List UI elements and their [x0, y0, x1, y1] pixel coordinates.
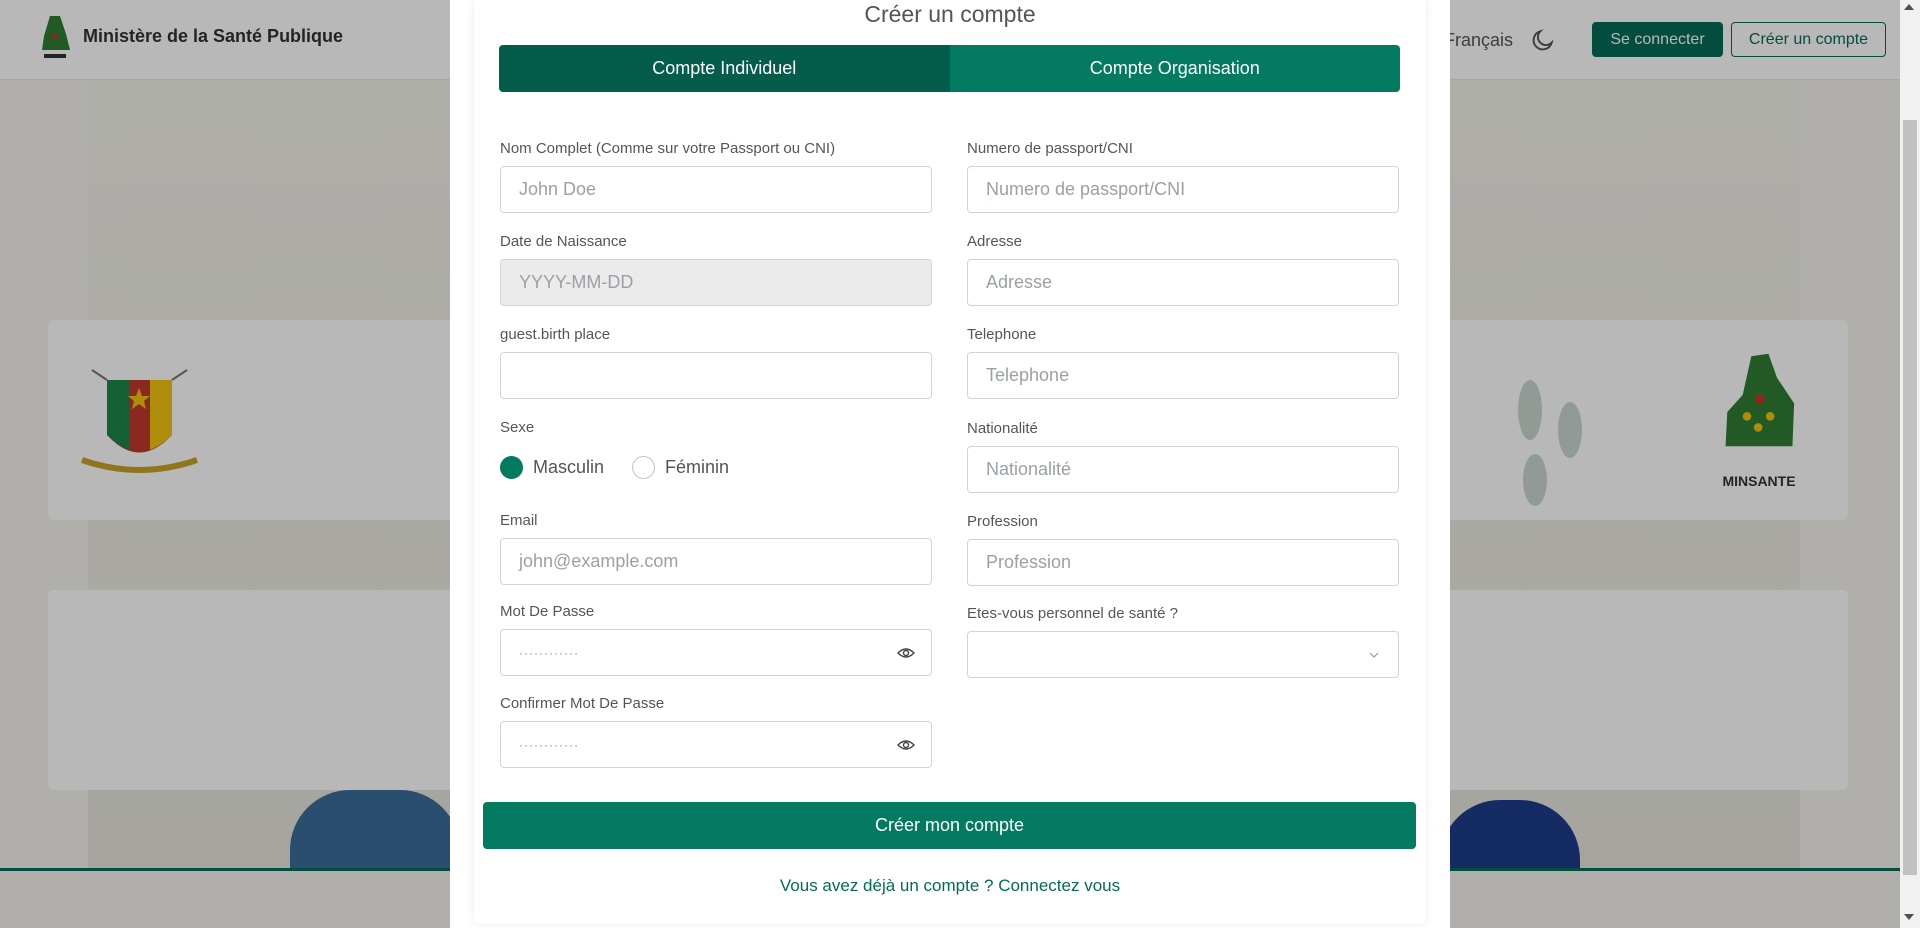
- birth-place-field: guest.birth place: [500, 326, 932, 399]
- password-field: Mot De Passe ············: [500, 603, 932, 676]
- tab-organisation-account[interactable]: Compte Organisation: [949, 45, 1400, 92]
- email-input[interactable]: john@example.com: [500, 538, 932, 585]
- signup-modal: Créer un compte Compte Individuel Compte…: [450, 0, 1450, 928]
- password-input[interactable]: ············: [500, 629, 932, 676]
- sex-radio-group: Masculin Féminin: [500, 456, 757, 479]
- full-name-field: Nom Complet (Comme sur votre Passport ou…: [500, 140, 932, 213]
- email-label: Email: [500, 512, 538, 529]
- birth-date-field: Date de Naissance YYYY-MM-DD: [500, 233, 932, 306]
- address-input[interactable]: Adresse: [967, 259, 1399, 306]
- email-field: Email john@example.com: [500, 512, 932, 585]
- sex-field: Sexe: [500, 419, 534, 437]
- radio-female-label[interactable]: Féminin: [665, 457, 729, 478]
- radio-female[interactable]: [632, 456, 656, 479]
- password-label: Mot De Passe: [500, 603, 595, 620]
- profession-label: Profession: [967, 513, 1038, 530]
- nationality-field: Nationalité Nationalité: [967, 420, 1399, 493]
- nationality-label: Nationalité: [967, 420, 1038, 437]
- scroll-down-arrow-icon[interactable]: [1904, 914, 1914, 920]
- profession-field: Profession Profession: [967, 513, 1399, 586]
- scrollbar-thumb[interactable]: [1903, 120, 1917, 875]
- health-staff-select[interactable]: [967, 631, 1399, 678]
- phone-field: Telephone Telephone: [967, 326, 1399, 399]
- eye-icon[interactable]: [897, 645, 915, 661]
- health-staff-label: Etes-vous personnel de santé ?: [967, 605, 1178, 622]
- phone-label: Telephone: [967, 326, 1037, 343]
- birth-date-label: Date de Naissance: [500, 233, 627, 250]
- eye-icon[interactable]: [897, 737, 915, 753]
- confirm-password-label: Confirmer Mot De Passe: [500, 695, 665, 712]
- passport-label: Numero de passport/CNI: [967, 140, 1133, 157]
- nationality-input[interactable]: Nationalité: [967, 446, 1399, 493]
- full-name-label: Nom Complet (Comme sur votre Passport ou…: [500, 140, 836, 157]
- birth-place-input[interactable]: [500, 352, 932, 399]
- confirm-password-placeholder: ············: [519, 737, 579, 752]
- confirm-password-input[interactable]: ············: [500, 721, 932, 768]
- sex-label: Sexe: [500, 419, 535, 436]
- account-type-tabs: Compte Individuel Compte Organisation: [499, 45, 1400, 92]
- profession-input[interactable]: Profession: [967, 539, 1399, 586]
- scroll-up-arrow-icon[interactable]: [1904, 4, 1914, 10]
- modal-title: Créer un compte: [864, 1, 1036, 27]
- address-label: Adresse: [967, 233, 1023, 250]
- full-name-input[interactable]: John Doe: [500, 166, 932, 213]
- create-account-button[interactable]: Créer mon compte: [483, 802, 1416, 849]
- birth-date-input[interactable]: YYYY-MM-DD: [500, 259, 932, 306]
- radio-male[interactable]: [500, 456, 523, 479]
- phone-input[interactable]: Telephone: [967, 352, 1399, 399]
- passport-input[interactable]: Numero de passport/CNI: [967, 166, 1399, 213]
- confirm-password-field: Confirmer Mot De Passe ············: [500, 695, 932, 768]
- chevron-down-icon[interactable]: [1368, 650, 1380, 660]
- health-staff-field: Etes-vous personnel de santé ?: [967, 605, 1399, 678]
- tab-individual-account[interactable]: Compte Individuel: [499, 45, 950, 92]
- passport-field: Numero de passport/CNI Numero de passpor…: [967, 140, 1399, 213]
- birth-place-label: guest.birth place: [500, 326, 611, 343]
- address-field: Adresse Adresse: [967, 233, 1399, 306]
- password-placeholder: ············: [519, 645, 579, 660]
- radio-male-label[interactable]: Masculin: [533, 457, 604, 478]
- login-link[interactable]: Vous avez déjà un compte ? Connectez vou…: [450, 876, 1450, 896]
